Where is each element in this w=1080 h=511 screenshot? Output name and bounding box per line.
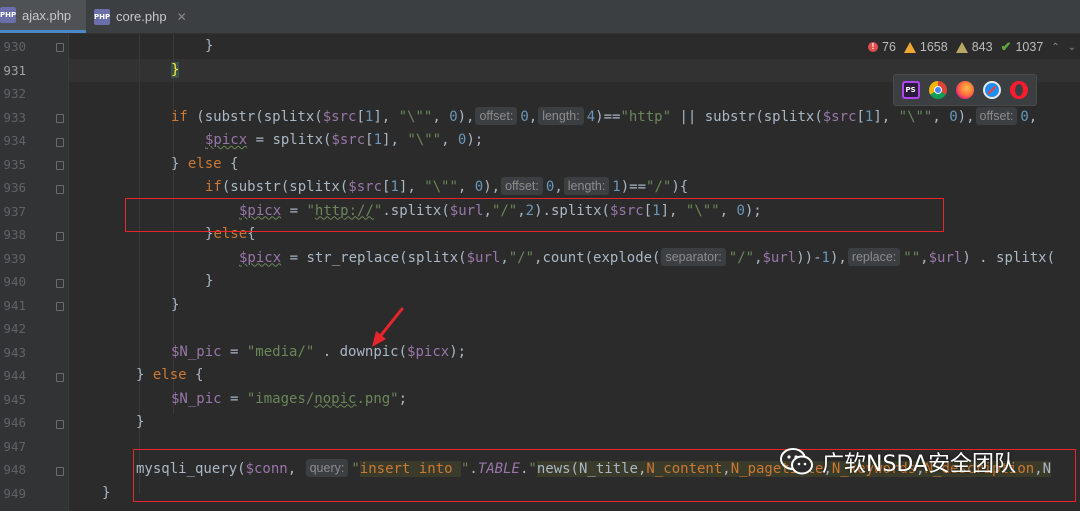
- fold-marker-icon[interactable]: [56, 420, 64, 429]
- phpstorm-icon[interactable]: PS: [901, 81, 920, 99]
- parameter-hint: offset:: [975, 106, 1018, 125]
- fold-marker-icon[interactable]: [56, 43, 64, 52]
- typo-count: 1037: [1015, 40, 1044, 54]
- line-number: 943: [3, 344, 26, 360]
- line-number: 941: [3, 297, 26, 313]
- firefox-icon[interactable]: [955, 81, 974, 99]
- tab-core-php[interactable]: PHP core.php ✕: [94, 0, 194, 33]
- php-file-icon: PHP: [0, 7, 16, 23]
- code-line-949: }: [102, 484, 111, 501]
- line-number: 948: [3, 462, 26, 477]
- line-number: 949: [3, 485, 26, 501]
- watermark: 广软NSDA安全团队: [780, 446, 1016, 478]
- code-line-934: $picx = splitx($src[1], "\"", 0);: [205, 132, 484, 148]
- code-line-936: if(substr(splitx($src[1], "\"", 0), offse…: [205, 177, 689, 195]
- fold-marker-icon[interactable]: [56, 161, 64, 170]
- fold-marker-icon[interactable]: [56, 138, 64, 147]
- weak-warning-count: 843: [971, 40, 993, 54]
- error-count: 76: [882, 40, 896, 54]
- line-number: 931: [3, 62, 26, 78]
- watermark-text: 广软NSDA安全团队: [822, 452, 1017, 477]
- parameter-hint: replace:: [847, 247, 901, 266]
- parameter-hint: offset:: [501, 177, 543, 195]
- inspection-widget[interactable]: ! 76 1658 843 ✔ 1037 ⌃ ⌄: [860, 36, 1080, 58]
- parameter-hint: length:: [563, 177, 610, 195]
- code-line-930: }: [205, 38, 214, 54]
- line-number: 933: [3, 109, 26, 125]
- chevron-up-icon[interactable]: ⌃: [1051, 42, 1059, 53]
- tab-label: core.php: [116, 9, 167, 24]
- code-line-940: }: [205, 273, 214, 289]
- line-number: 930: [3, 39, 26, 54]
- code-line-933: if (substr(splitx($src[1], "\"", 0), offs…: [171, 106, 1038, 125]
- line-number: 946: [3, 415, 26, 430]
- code-line-944: } else {: [136, 367, 204, 383]
- parameter-hint: offset:: [475, 106, 518, 125]
- line-number: 944: [3, 368, 26, 383]
- line-number: 936: [3, 180, 26, 195]
- editor-tab-bar: PHP ajax.php PHP core.php ✕: [0, 0, 1080, 34]
- chevron-down-icon[interactable]: ⌄: [1068, 42, 1076, 53]
- red-arrow-icon: [372, 307, 404, 347]
- line-number: 938: [3, 227, 26, 242]
- code-line-943: $N_pic = "media/" . downpic($picx);: [171, 343, 467, 360]
- fold-marker-icon[interactable]: [56, 302, 64, 311]
- line-number: 934: [3, 133, 26, 148]
- fold-marker-icon[interactable]: [56, 232, 64, 241]
- parameter-hint: length:: [538, 106, 584, 125]
- line-number: 939: [3, 250, 26, 266]
- code-line-931: }: [171, 61, 180, 78]
- error-icon: !: [868, 42, 878, 52]
- line-number: 947: [3, 438, 26, 454]
- fold-marker-icon[interactable]: [56, 467, 64, 476]
- warning-count: 1658: [919, 40, 948, 54]
- code-line-946: }: [136, 414, 145, 430]
- highlight-box-picx: [125, 198, 944, 232]
- open-in-browser-bar: PS: [893, 74, 1037, 106]
- line-number-gutter: 930 931 932 933 934 935 936 937 938 939 …: [0, 34, 69, 511]
- fold-marker-icon[interactable]: [56, 373, 64, 382]
- fold-marker-icon[interactable]: [56, 185, 64, 194]
- code-line-941: }: [171, 296, 180, 313]
- line-number: 940: [3, 274, 26, 289]
- tab-label: ajax.php: [22, 7, 72, 23]
- chrome-icon[interactable]: [928, 81, 947, 99]
- code-line-935: } else {: [171, 155, 239, 172]
- fold-marker-icon[interactable]: [56, 114, 64, 123]
- fold-marker-icon[interactable]: [56, 279, 64, 288]
- code-line-939: $picx = str_replace(splitx($url,"/",coun…: [239, 247, 1056, 266]
- opera-icon[interactable]: [1010, 81, 1029, 99]
- line-number: 932: [3, 86, 26, 101]
- wechat-logo-icon: [780, 448, 813, 475]
- close-tab-icon[interactable]: ✕: [177, 10, 187, 24]
- safari-icon[interactable]: [983, 81, 1002, 99]
- weak-warning-icon: [955, 41, 968, 53]
- code-line-945: $N_pic = "images/nopic.png";: [171, 390, 408, 407]
- line-number: 935: [3, 156, 26, 172]
- php-file-icon: PHP: [94, 8, 110, 25]
- line-number: 937: [3, 203, 26, 219]
- line-number: 945: [3, 391, 26, 407]
- typo-check-icon: ✔: [1000, 39, 1012, 54]
- tab-ajax-php[interactable]: PHP ajax.php: [0, 0, 86, 33]
- parameter-hint: separator:: [661, 247, 726, 266]
- warning-icon: [903, 41, 916, 53]
- line-number: 942: [3, 321, 26, 336]
